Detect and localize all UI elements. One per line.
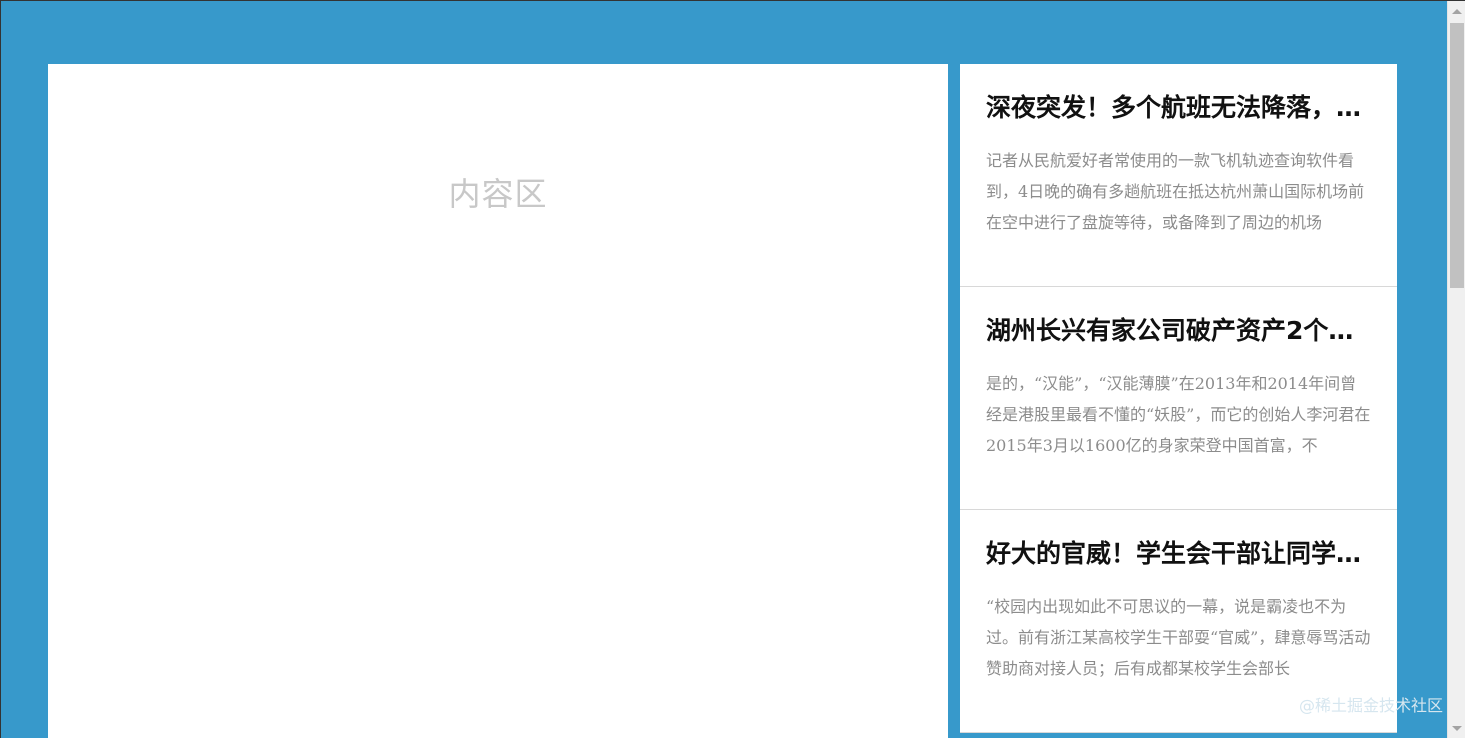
news-item[interactable]: 深夜突发！多个航班无法降落，有航班备降 记者从民航爱好者常使用的一款飞机轨迹查询… [960,64,1397,287]
news-description: “校园内出现如此不可思议的一幕，说是霸凌也不为过。前有浙江某高校学生干部耍“官威… [986,597,1371,678]
content-area: 内容区 [48,64,948,738]
news-list: 深夜突发！多个航班无法降落，有航班备降 记者从民航爱好者常使用的一款飞机轨迹查询… [960,64,1397,738]
watermark: @稀土掘金技术社区 [1298,696,1443,715]
news-title[interactable]: 好大的官威！学生会干部让同学滚出去 [986,536,1371,572]
scrollbar-thumb[interactable] [1450,23,1464,288]
content-area-label: 内容区 [448,175,548,213]
news-title[interactable]: 湖州长兴有家公司破产资产2个多亿 [986,313,1371,349]
scroll-down-arrow-icon[interactable] [1452,726,1462,731]
news-description: 记者从民航爱好者常使用的一款飞机轨迹查询软件看到，4日晚的确有多趟航班在抵达杭州… [986,151,1365,232]
news-item[interactable]: 湖州长兴有家公司破产资产2个多亿 是的，“汉能”，“汉能薄膜”在2013年和20… [960,287,1397,510]
scroll-up-arrow-icon[interactable] [1452,9,1462,14]
news-title[interactable]: 深夜突发！多个航班无法降落，有航班备降 [986,90,1371,126]
vertical-scrollbar[interactable] [1447,1,1465,738]
news-description: 是的，“汉能”，“汉能薄膜”在2013年和2014年间曾经是港股里最看不懂的“妖… [986,374,1371,455]
page: 内容区 深夜突发！多个航班无法降落，有航班备降 记者从民航爱好者常使用的一款飞机… [0,0,1465,738]
